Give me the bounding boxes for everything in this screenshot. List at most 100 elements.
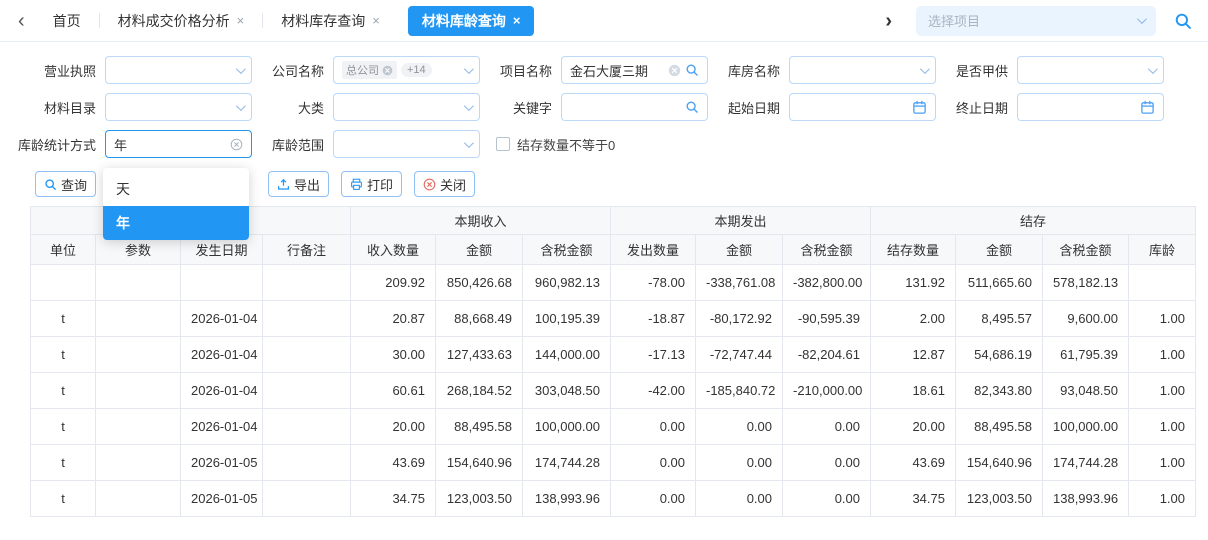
column-header-0: 单位 [31,235,96,265]
clear-icon[interactable] [668,64,681,77]
export-button[interactable]: 导出 [268,171,329,197]
column-header-8: 金额 [696,235,783,265]
table-cell: 20.87 [351,301,436,337]
table-cell: -78.00 [611,265,696,301]
table-row[interactable]: t2026-01-0420.8788,668.49100,195.39-18.8… [31,301,1196,337]
table-cell: 174,744.28 [1043,445,1129,481]
owner-supplied-select[interactable] [1017,56,1164,84]
checkbox-box[interactable] [496,137,510,151]
table-cell [263,373,351,409]
dropdown-option-year[interactable]: 年 [103,206,249,240]
keyword-label: 关键字 [496,98,552,117]
tab-close-icon[interactable]: × [513,14,521,27]
business-license-select[interactable] [105,56,252,84]
start-date-input[interactable] [789,93,936,121]
warehouse-label: 库房名称 [724,61,780,80]
age-stat-mode-select[interactable]: 年 [105,130,252,158]
search-icon[interactable] [685,100,699,114]
tab-home[interactable]: 首页 [35,0,99,41]
close-button[interactable]: 关闭 [414,171,475,197]
column-header-12: 含税金额 [1043,235,1129,265]
table-cell: 0.00 [783,409,871,445]
search-icon[interactable] [685,63,699,77]
project-select-placeholder: 选择项目 [928,11,1137,30]
table-cell: 2026-01-04 [181,301,263,337]
tab-label: 首页 [53,11,81,31]
tab-material-age-query[interactable]: 材料库龄查询 × [408,6,535,36]
project-name-input[interactable]: 金石大厦三期 [561,56,708,84]
end-date-label: 终止日期 [952,98,1008,117]
table-cell: 100,195.39 [523,301,611,337]
table-cell: 0.00 [611,481,696,517]
table-cell [263,265,351,301]
category-select[interactable] [333,93,480,121]
table-cell: 2026-01-04 [181,337,263,373]
dropdown-option-day[interactable]: 天 [103,172,249,206]
table-cell [263,301,351,337]
tab-bar: ‹ 首页 材料成交价格分析 × 材料库存查询 × 材料库龄查询 × › 选择项目 [0,0,1208,42]
project-select[interactable]: 选择项目 [916,6,1156,36]
keyword-input[interactable] [561,93,708,121]
end-date-input[interactable] [1017,93,1164,121]
nonzero-balance-checkbox[interactable]: 结存数量不等于0 [496,135,615,154]
tabs-scroll-left-icon[interactable]: ‹ [8,1,35,41]
table-cell: -90,595.39 [783,301,871,337]
table-cell [263,409,351,445]
tab-close-icon[interactable]: × [372,14,380,27]
table-row[interactable]: t2026-01-0460.61268,184.52303,048.50-42.… [31,373,1196,409]
table-cell: 0.00 [611,409,696,445]
table-cell: 123,003.50 [436,481,523,517]
table-row[interactable]: t2026-01-0420.0088,495.58100,000.000.000… [31,409,1196,445]
clear-icon[interactable] [230,138,243,151]
tabs-scroll-right-icon[interactable]: › [875,1,902,41]
calendar-icon[interactable] [912,100,927,115]
data-table: 本期收入 本期发出 结存 单位参数发生日期行备注收入数量金额含税金额发出数量金额… [30,206,1196,517]
table-cell: 127,433.63 [436,337,523,373]
table-row[interactable]: t2026-01-0430.00127,433.63144,000.00-17.… [31,337,1196,373]
tab-material-stock-query[interactable]: 材料库存查询 × [263,0,398,41]
company-select[interactable]: 总公司 +14 [333,56,480,84]
material-catalog-select[interactable] [105,93,252,121]
age-stat-mode-label: 库龄统计方式 [16,135,96,154]
table-cell [263,481,351,517]
table-cell: 2026-01-05 [181,481,263,517]
table-cell: -17.13 [611,337,696,373]
tab-label: 材料库龄查询 [422,11,506,31]
table-cell: 43.69 [351,445,436,481]
column-header-10: 结存数量 [871,235,956,265]
material-catalog-label: 材料目录 [16,98,96,117]
print-button[interactable]: 打印 [341,171,402,197]
tab-close-icon[interactable]: × [237,14,245,27]
table-cell: t [31,409,96,445]
chevron-down-icon [236,101,246,111]
table-row[interactable]: t2026-01-0543.69154,640.96174,744.280.00… [31,445,1196,481]
tab-label: 材料库存查询 [281,11,365,31]
query-button[interactable]: 查询 [35,171,96,197]
table-cell: 960,982.13 [523,265,611,301]
column-header-5: 金额 [436,235,523,265]
chevron-down-icon [464,64,474,74]
table-cell: 1.00 [1129,445,1196,481]
project-name-label: 项目名称 [496,61,552,80]
table-cell: 30.00 [351,337,436,373]
printer-icon [350,178,363,191]
table-row[interactable]: t2026-01-0534.75123,003.50138,993.960.00… [31,481,1196,517]
table-row[interactable]: 209.92850,426.68960,982.13-78.00-338,761… [31,265,1196,301]
close-circle-icon [423,178,436,191]
table-body: 209.92850,426.68960,982.13-78.00-338,761… [31,265,1196,517]
table-cell: 303,048.50 [523,373,611,409]
age-range-select[interactable] [333,130,480,158]
tab-material-price-analysis[interactable]: 材料成交价格分析 × [100,0,263,41]
table-cell: 0.00 [783,481,871,517]
table-cell: t [31,481,96,517]
warehouse-select[interactable] [789,56,936,84]
search-icon[interactable] [1168,12,1198,30]
table-cell: 154,640.96 [436,445,523,481]
table-cell: -72,747.44 [696,337,783,373]
calendar-icon[interactable] [1140,100,1155,115]
age-range-label: 库龄范围 [268,135,324,154]
table-cell [96,337,181,373]
tag-close-icon[interactable] [382,65,393,76]
owner-supplied-label: 是否甲供 [952,61,1008,80]
table-cell: 578,182.13 [1043,265,1129,301]
